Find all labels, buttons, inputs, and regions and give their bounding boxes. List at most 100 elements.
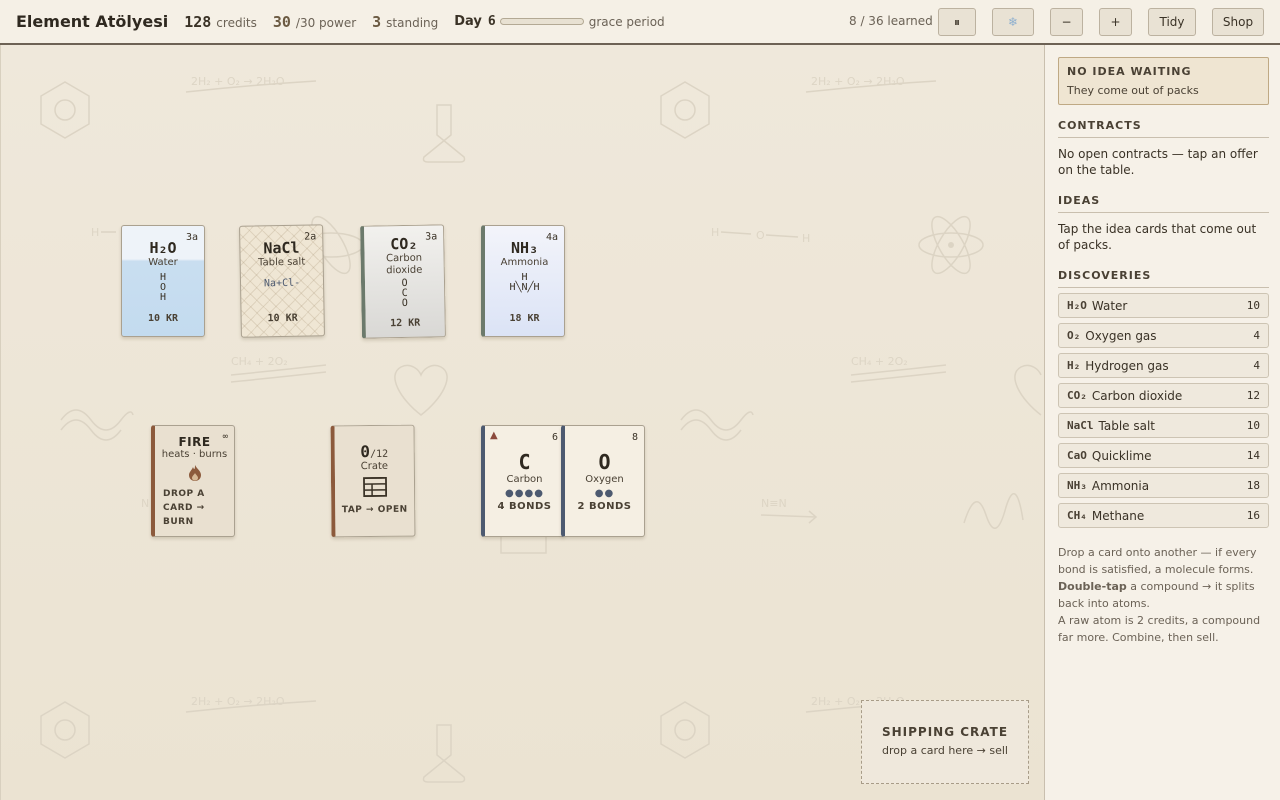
svg-text:H: H <box>711 226 719 239</box>
discovery-item[interactable]: NH₃ Ammonia 18 <box>1058 473 1269 498</box>
discovery-formula: O₂ <box>1067 329 1081 342</box>
card-structure: H O H <box>122 273 204 303</box>
structure-atom: H <box>159 292 167 303</box>
credits-stat: 128 credits <box>184 13 257 31</box>
help-text: Drop a card onto another — if every bond… <box>1058 544 1268 646</box>
card-structure: H H╲N╱H <box>485 273 564 293</box>
discovery-item[interactable]: NaCl Table salt 10 <box>1058 413 1269 438</box>
discovery-formula: H₂O <box>1067 299 1087 312</box>
discovery-name: Quicklime <box>1091 448 1152 463</box>
shop-button[interactable]: Shop <box>1212 8 1264 36</box>
card-price: 10 KR <box>147 313 179 324</box>
discovery-formula: NH₃ <box>1067 479 1087 492</box>
svg-text:H: H <box>91 226 99 239</box>
idea-waiting-box: NO IDEA WAITING They come out of packs <box>1058 57 1269 105</box>
shipping-crate-subtitle: drop a card here → sell <box>882 744 1008 757</box>
discovery-item[interactable]: H₂O Water 10 <box>1058 293 1269 318</box>
crate-card[interactable]: 0/12 Crate TAP → OPEN <box>330 424 416 538</box>
discovery-item[interactable]: H₂ Hydrogen gas 4 <box>1058 353 1269 378</box>
discovery-formula: CO₂ <box>1067 389 1087 402</box>
contracts-text: No open contracts — tap an offer on the … <box>1058 147 1258 177</box>
warning-icon: ▲ <box>490 430 498 441</box>
zoom-out-button[interactable]: − <box>1050 8 1083 36</box>
discovery-value: 4 <box>1253 359 1260 372</box>
discovery-name: Water <box>1091 298 1128 313</box>
infinity-badge: ∞ <box>222 432 228 442</box>
standing-stat: 3 standing <box>372 13 438 31</box>
tidy-button[interactable]: Tidy <box>1148 8 1196 36</box>
svg-text:CH₄ + 2O₂: CH₄ + 2O₂ <box>231 355 288 368</box>
card-structure: O C O <box>365 278 445 309</box>
shipping-crate-dropzone[interactable]: SHIPPING CRATE drop a card here → sell <box>861 700 1029 784</box>
help-line-combine: Drop a card onto another — if every bond… <box>1058 546 1257 576</box>
crate-capacity: /12 <box>370 448 389 461</box>
pause-icon: ⏸ <box>953 14 960 29</box>
discovery-formula: H₂ <box>1067 359 1081 372</box>
card-price: 12 KR <box>390 317 421 330</box>
zoom-in-button[interactable]: + <box>1099 8 1132 36</box>
card-age: 4a <box>545 232 558 243</box>
card-structure: Na+Cl- <box>241 277 323 290</box>
svg-text:O: O <box>756 229 765 242</box>
discovery-name: Ammonia <box>1091 478 1150 493</box>
bond-dots: ●● <box>594 488 615 499</box>
discovery-item[interactable]: CH₄ Methane 16 <box>1058 503 1269 528</box>
discovery-value: 14 <box>1246 449 1260 462</box>
atomic-number: 6 <box>551 432 558 443</box>
discovery-formula: CH₄ <box>1067 509 1087 522</box>
svg-text:N: N <box>141 497 149 510</box>
structure-ions: Na+Cl- <box>263 277 301 290</box>
top-bar: Element Atölyesi 128 credits 30 /30 powe… <box>0 0 1280 45</box>
discovery-item[interactable]: O₂ Oxygen gas 4 <box>1058 323 1269 348</box>
compound-card-water[interactable]: 3a H₂O Water H O H 10 KR <box>121 225 205 337</box>
idea-box-title: NO IDEA WAITING <box>1067 65 1192 78</box>
app-title: Element Atölyesi <box>16 12 169 31</box>
fire-subtitle: heats · burns <box>161 449 228 460</box>
atom-symbol: C <box>518 450 531 474</box>
flame-icon <box>188 465 201 481</box>
credits-label: credits <box>216 15 257 30</box>
fire-card[interactable]: ∞ FIRE heats · burns DROP A CARD → BURN <box>151 425 235 537</box>
crate-action: TAP → OPEN <box>341 504 408 516</box>
card-age: 3a <box>185 232 198 243</box>
compound-card-table-salt[interactable]: 2a NaCl Table salt Na+Cl- 10 KR <box>239 224 325 338</box>
compound-card-ammonia[interactable]: 4a NH₃ Ammonia H H╲N╱H 18 KR <box>481 225 565 337</box>
game-board[interactable]: 2H₂ + O₂ → 2H₂O 2H₂ + O₂ → 2H₂O 2H₂ + O₂… <box>0 45 1044 800</box>
discovery-name: Methane <box>1091 508 1145 523</box>
help-line-prices: A raw atom is 2 credits, a compound far … <box>1058 614 1261 644</box>
discoveries-list: H₂O Water 10 O₂ Oxygen gas 4 H₂ Hydrogen gas 4… <box>1058 293 1269 528</box>
grace-period-label: grace period <box>588 14 665 29</box>
crate-icon <box>362 476 387 497</box>
discovery-item[interactable]: CaO Quicklime 14 <box>1058 443 1269 468</box>
atom-symbol: O <box>598 450 611 474</box>
compound-card-carbon-dioxide[interactable]: 3a CO₂ Carbon dioxide O C O 12 KR <box>360 224 446 339</box>
structure-atom: H╲N╱H <box>509 282 540 293</box>
svg-text:H: H <box>802 232 810 245</box>
discovery-name: Carbon dioxide <box>1091 388 1183 403</box>
learned-count: 8 / 36 learned <box>849 14 933 28</box>
freeze-button[interactable]: ❄ <box>992 8 1034 36</box>
standing-value: 3 <box>372 12 382 31</box>
discovery-value: 10 <box>1246 299 1260 312</box>
atom-name: Oxygen <box>585 474 624 485</box>
discovery-value: 4 <box>1253 329 1260 342</box>
discovery-name: Hydrogen gas <box>1085 358 1169 373</box>
crate-count: 0 <box>360 442 371 462</box>
fire-action: DROP A CARD → BURN <box>163 489 205 527</box>
bond-count: 2 BONDS <box>577 501 632 512</box>
card-name: Table salt <box>258 256 306 269</box>
card-name: Ammonia <box>500 257 549 268</box>
power-label: /30 power <box>295 15 357 30</box>
discovery-item[interactable]: CO₂ Carbon dioxide 12 <box>1058 383 1269 408</box>
svg-text:N≡N: N≡N <box>761 497 787 510</box>
atom-card-carbon[interactable]: ▲ 6 C Carbon ●●●● 4 BONDS <box>481 425 565 537</box>
day-indicator: Day 6 grace period <box>454 14 664 29</box>
credits-value: 128 <box>184 12 212 31</box>
discovery-value: 16 <box>1246 509 1260 522</box>
crate-name: Crate <box>360 460 389 473</box>
atom-card-oxygen[interactable]: 8 O Oxygen ●● 2 BONDS <box>561 425 645 537</box>
card-price: 18 KR <box>509 313 540 324</box>
discovery-name: Table salt <box>1098 418 1156 433</box>
pause-button[interactable]: ⏸ <box>938 8 976 36</box>
discoveries-heading: DISCOVERIES <box>1058 269 1269 288</box>
